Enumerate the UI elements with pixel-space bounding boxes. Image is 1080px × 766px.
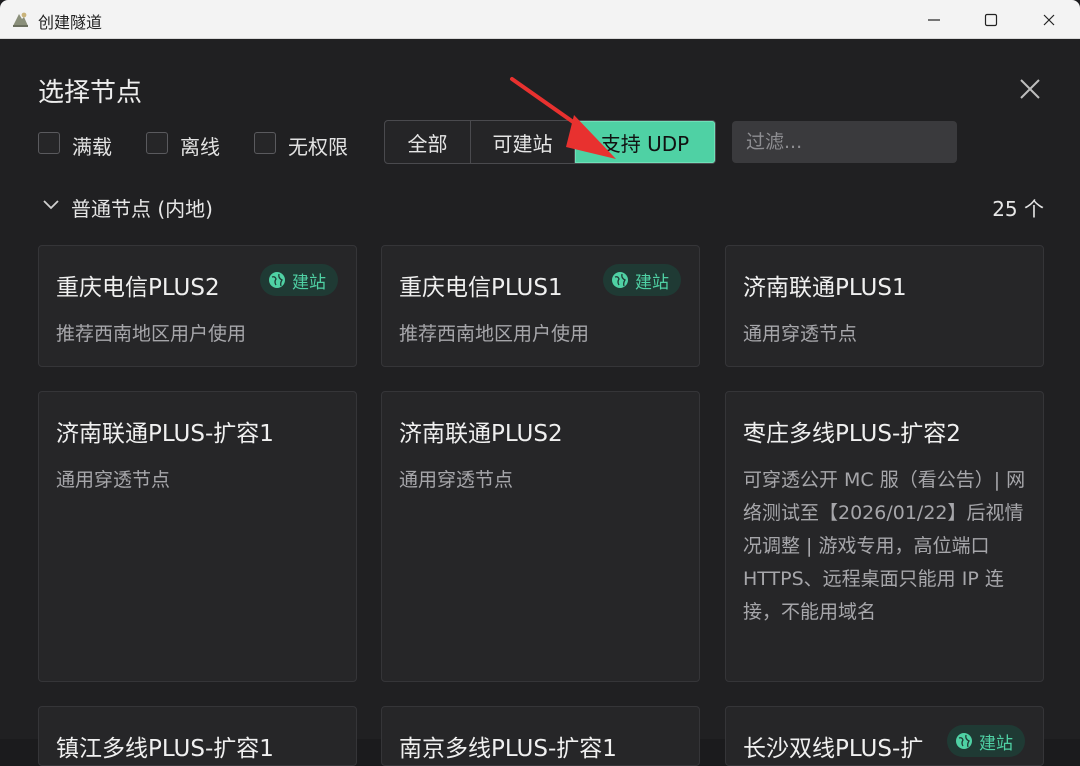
node-name: 济南联通PLUS2 <box>399 421 563 447</box>
node-desc: 可穿透公开 MC 服（看公告）| 网络测试至【2026/01/22】后视情况调整… <box>743 469 1026 623</box>
app-icon <box>13 12 28 27</box>
group-title: 普通节点 (内地) <box>71 197 213 221</box>
node-name: 济南联通PLUS1 <box>743 275 907 301</box>
node-desc: 通用穿透节点 <box>56 469 171 491</box>
node-filter-segmented: 全部 可建站 支持 UDP <box>384 120 716 164</box>
node-card[interactable]: 枣庄多线PLUS-扩容2 可穿透公开 MC 服（看公告）| 网络测试至【2026… <box>725 391 1044 682</box>
window-close-button[interactable] <box>1024 0 1074 38</box>
node-name: 长沙双线PLUS-扩 <box>743 736 924 762</box>
globe-icon <box>269 272 285 288</box>
node-name: 枣庄多线PLUS-扩容2 <box>743 421 961 447</box>
checkbox-box[interactable] <box>38 132 60 154</box>
node-card[interactable]: 济南联通PLUS-扩容1 通用穿透节点 <box>38 391 357 682</box>
minimize-icon <box>928 19 940 21</box>
checkbox-box[interactable] <box>254 132 276 154</box>
group-count: 25 个 <box>992 197 1044 221</box>
checkbox-offline[interactable]: 离线 <box>146 131 228 159</box>
node-desc: 推荐西南地区用户使用 <box>56 323 247 345</box>
checkbox-no-permission[interactable]: 无权限 <box>254 131 358 159</box>
checkbox-label: 无权限 <box>288 135 348 159</box>
segment-udp[interactable]: 支持 UDP <box>575 121 715 163</box>
badge-label: 建站 <box>292 272 326 293</box>
globe-icon <box>956 733 972 749</box>
node-card[interactable]: 济南联通PLUS1 通用穿透节点 <box>725 245 1044 367</box>
node-card[interactable]: 重庆电信PLUS1 建站 推荐西南地区用户使用 <box>381 245 700 367</box>
node-card[interactable]: 重庆电信PLUS2 建站 推荐西南地区用户使用 <box>38 245 357 367</box>
window-titlebar: 创建隧道 <box>0 0 1080 39</box>
close-icon <box>1043 14 1055 26</box>
checkbox-full[interactable]: 满载 <box>38 131 120 159</box>
checkbox-label: 满载 <box>72 135 112 159</box>
select-node-dialog: 选择节点 满载 离线 无权限 全部 可建站 支持 UDP 普通节点 (内地) 2… <box>0 39 1080 766</box>
checkbox-label: 离线 <box>180 135 220 159</box>
window-title: 创建隧道 <box>38 13 103 32</box>
node-desc: 推荐西南地区用户使用 <box>399 323 590 345</box>
segment-site[interactable]: 可建站 <box>471 121 575 163</box>
node-name: 镇江多线PLUS-扩容1 <box>56 736 274 762</box>
maximize-icon <box>984 13 998 27</box>
dialog-title: 选择节点 <box>38 78 143 108</box>
node-card[interactable]: 镇江多线PLUS-扩容1 <box>38 706 357 766</box>
node-name: 南京多线PLUS-扩容1 <box>399 736 617 762</box>
checkbox-box[interactable] <box>146 132 168 154</box>
badge-label: 建站 <box>979 733 1013 754</box>
maximize-button[interactable] <box>966 0 1016 38</box>
chevron-down-icon <box>43 200 59 210</box>
filter-input[interactable] <box>732 121 957 163</box>
node-name: 济南联通PLUS-扩容1 <box>56 421 274 447</box>
node-desc: 通用穿透节点 <box>399 469 514 491</box>
dialog-close-icon[interactable] <box>1016 75 1044 103</box>
node-name: 重庆电信PLUS1 <box>399 275 563 301</box>
globe-icon <box>612 272 628 288</box>
node-name: 重庆电信PLUS2 <box>56 275 220 301</box>
segment-all[interactable]: 全部 <box>385 121 471 163</box>
group-header-toggle[interactable]: 普通节点 (内地) <box>38 191 438 221</box>
site-badge: 建站 <box>260 264 338 296</box>
node-desc: 通用穿透节点 <box>743 323 858 345</box>
site-badge: 建站 <box>947 725 1025 757</box>
badge-label: 建站 <box>635 272 669 293</box>
node-card[interactable]: 南京多线PLUS-扩容1 <box>381 706 700 766</box>
minimize-button[interactable] <box>909 0 959 38</box>
node-card[interactable]: 长沙双线PLUS-扩 建站 <box>725 706 1044 766</box>
site-badge: 建站 <box>603 264 681 296</box>
node-card[interactable]: 济南联通PLUS2 通用穿透节点 <box>381 391 700 682</box>
